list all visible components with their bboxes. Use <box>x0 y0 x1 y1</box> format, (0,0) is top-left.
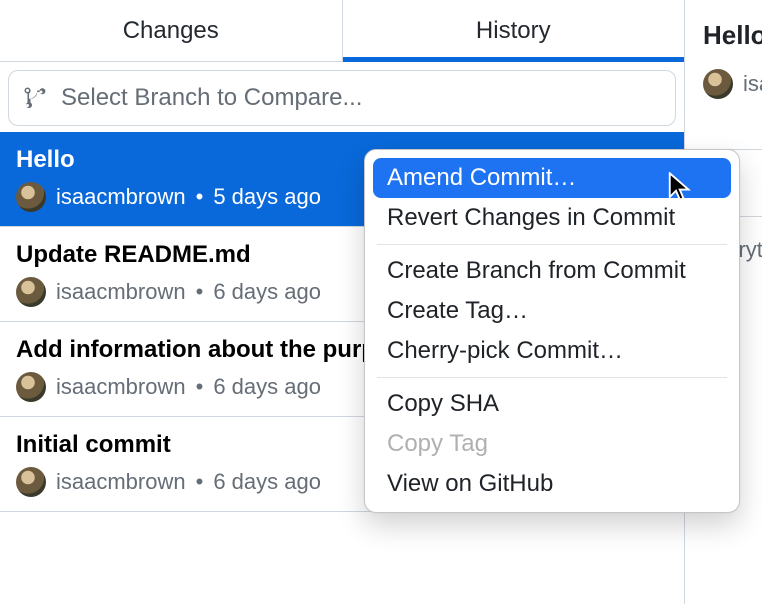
tab-history-label: History <box>476 17 551 45</box>
menu-create-tag[interactable]: Create Tag… <box>373 291 731 331</box>
detail-title: Hello <box>703 20 762 51</box>
separator-dot: • <box>196 279 204 305</box>
detail-meta: isaacmbrown <box>703 69 762 99</box>
detail-author: isaacmbrown <box>743 71 762 97</box>
commit-time: 6 days ago <box>213 374 321 400</box>
tab-changes[interactable]: Changes <box>0 0 342 61</box>
menu-cherry-pick[interactable]: Cherry-pick Commit… <box>373 331 731 371</box>
commit-context-menu: Amend Commit… Revert Changes in Commit C… <box>364 149 740 513</box>
menu-separator <box>377 377 727 378</box>
branch-compare-placeholder: Select Branch to Compare... <box>61 84 362 112</box>
commit-author: isaacmbrown <box>56 184 186 210</box>
commit-author: isaacmbrown <box>56 469 186 495</box>
git-branch-icon <box>23 86 47 110</box>
tabs: Changes History <box>0 0 684 62</box>
avatar <box>16 372 46 402</box>
menu-create-branch[interactable]: Create Branch from Commit <box>373 251 731 291</box>
menu-copy-tag: Copy Tag <box>373 424 731 464</box>
commit-author: isaacmbrown <box>56 279 186 305</box>
menu-amend-commit[interactable]: Amend Commit… <box>373 158 731 198</box>
commit-time: 6 days ago <box>213 469 321 495</box>
commit-time: 5 days ago <box>213 184 321 210</box>
menu-revert-commit[interactable]: Revert Changes in Commit <box>373 198 731 238</box>
menu-view-github[interactable]: View on GitHub <box>373 464 731 504</box>
avatar <box>16 277 46 307</box>
menu-separator <box>377 244 727 245</box>
avatar <box>16 467 46 497</box>
separator-dot: • <box>196 469 204 495</box>
commit-author: isaacmbrown <box>56 374 186 400</box>
separator-dot: • <box>196 184 204 210</box>
tab-changes-label: Changes <box>123 17 219 45</box>
branch-compare-select[interactable]: Select Branch to Compare... <box>8 70 676 126</box>
tab-history[interactable]: History <box>342 0 685 61</box>
avatar <box>16 182 46 212</box>
commit-time: 6 days ago <box>213 279 321 305</box>
menu-copy-sha[interactable]: Copy SHA <box>373 384 731 424</box>
separator-dot: • <box>196 374 204 400</box>
avatar <box>703 69 733 99</box>
